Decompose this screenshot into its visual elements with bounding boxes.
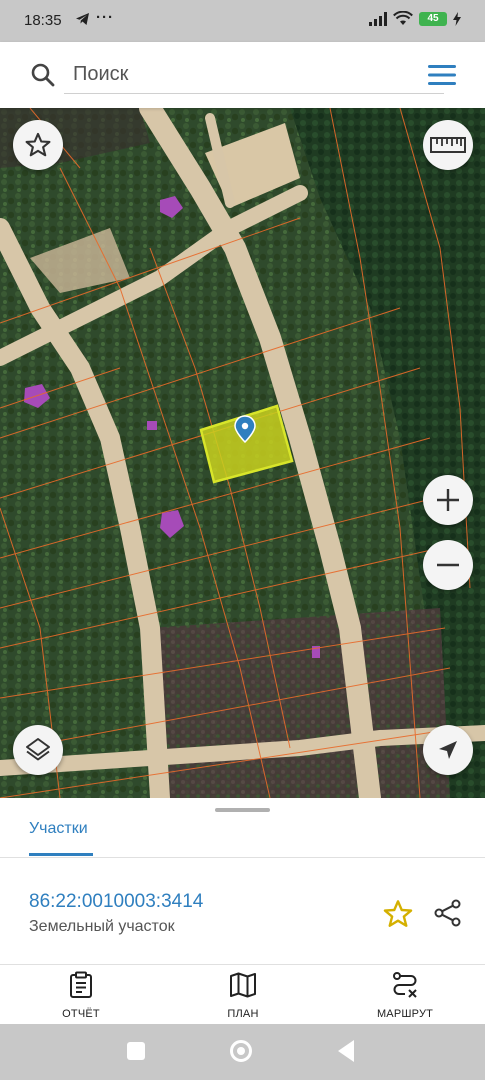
clipboard-report-icon (70, 971, 92, 998)
nav-report[interactable]: ОТЧЁТ (21, 971, 141, 1020)
plus-icon (437, 489, 459, 511)
star-outline-icon (25, 132, 51, 157)
back-icon[interactable] (338, 1040, 354, 1062)
nav-route-label: МАРШРУТ (376, 1008, 434, 1020)
share-icon[interactable] (433, 898, 463, 928)
nav-report-label: ОТЧЁТ (62, 1008, 100, 1020)
search-input[interactable] (64, 56, 444, 94)
favorites-button[interactable] (13, 120, 63, 170)
home-icon[interactable] (230, 1040, 252, 1062)
telegram-icon (75, 12, 90, 30)
status-time: 18:35 (24, 12, 62, 29)
minus-icon (437, 563, 459, 567)
folded-map-icon (230, 972, 256, 998)
signal-icon (369, 11, 387, 26)
search-bar (0, 42, 485, 108)
zoom-out-button[interactable] (423, 540, 473, 590)
charging-icon (453, 11, 461, 26)
bottom-navigation: ОТЧЁТ ПЛАН МАРШРУТ (0, 964, 485, 1024)
nav-plan[interactable]: ПЛАН (183, 971, 303, 1020)
tab-underline (29, 853, 93, 856)
more-notifications-icon: ··· (96, 9, 114, 26)
add-favorite-star-icon[interactable] (382, 898, 414, 930)
wifi-icon (393, 11, 413, 25)
nav-plan-label: ПЛАН (227, 1008, 259, 1020)
map-view[interactable] (0, 108, 485, 798)
satellite-map[interactable] (0, 108, 485, 798)
nav-route[interactable]: МАРШРУТ (345, 971, 465, 1020)
parcel-cadastral-number[interactable]: 86:22:0010003:3414 (29, 891, 203, 913)
layers-button[interactable] (13, 725, 63, 775)
divider (0, 857, 485, 858)
parcel-info-sheet: Участки 86:22:0010003:3414 Земельный уча… (0, 798, 485, 964)
tab-parcels[interactable]: Участки (29, 820, 88, 838)
search-icon[interactable] (30, 62, 56, 88)
system-navigation-bar (0, 1024, 485, 1080)
recent-apps-icon[interactable] (127, 1042, 145, 1060)
hamburger-menu-icon[interactable] (426, 62, 458, 88)
zoom-in-button[interactable] (423, 475, 473, 525)
measure-button[interactable] (423, 120, 473, 170)
status-bar: 18:35 ··· 45 (0, 0, 485, 42)
layers-icon (26, 738, 50, 761)
battery-icon: 45 (419, 11, 447, 26)
parcel-type-label: Земельный участок (29, 918, 175, 935)
ruler-icon (430, 137, 466, 153)
navigation-arrow-icon (439, 741, 457, 759)
sheet-drag-handle[interactable] (215, 808, 270, 812)
my-location-button[interactable] (423, 725, 473, 775)
route-icon (393, 972, 417, 998)
